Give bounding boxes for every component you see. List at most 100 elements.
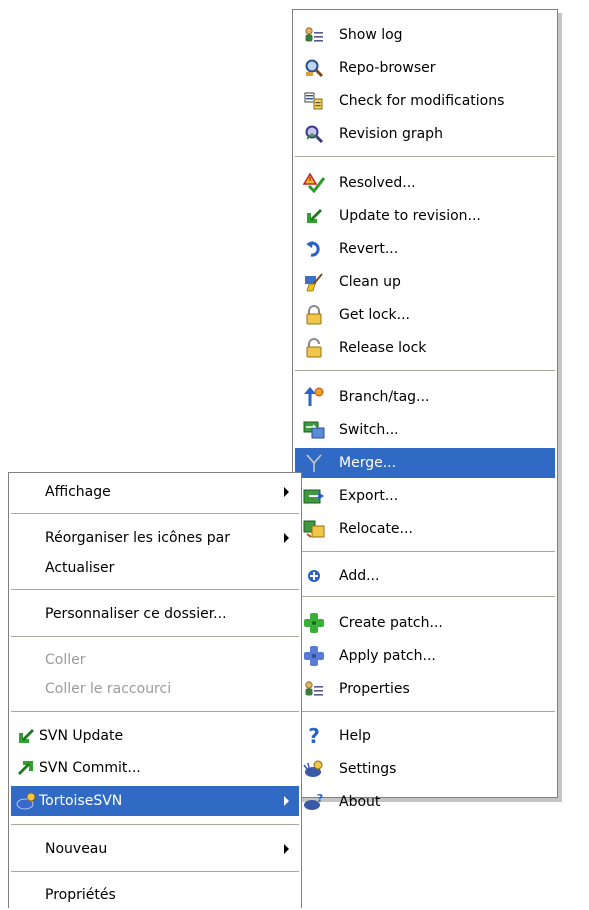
menu-item-label: Check for modifications: [339, 93, 505, 109]
menu-item-relocate[interactable]: Relocate...: [295, 514, 555, 544]
switch-icon: [303, 419, 325, 441]
submenu-arrow-icon: [284, 533, 289, 543]
svn-update-icon: [15, 725, 37, 747]
menu-item-properties[interactable]: Properties: [295, 674, 555, 704]
menu-item-add[interactable]: Add...: [295, 561, 555, 591]
menu-item-branch-tag[interactable]: Branch/tag...: [295, 382, 555, 412]
menu-item-get-lock[interactable]: Get lock...: [295, 300, 555, 330]
separator: [11, 589, 299, 591]
help-icon: ?: [303, 725, 325, 747]
menu-item-svn-commit[interactable]: SVN Commit...: [11, 753, 299, 783]
properties-icon: [303, 678, 325, 700]
menu-item-update-revision[interactable]: Update to revision...: [295, 201, 555, 231]
menu-item-label: Relocate...: [339, 521, 413, 537]
menu-item-label: Affichage: [45, 484, 111, 500]
menu-item-label: Réorganiser les icônes par: [45, 530, 230, 546]
menu-item-reorganiser-icones[interactable]: Réorganiser les icônes par: [11, 523, 299, 553]
menu-item-label: Nouveau: [45, 841, 108, 857]
svg-text:?: ?: [317, 792, 323, 805]
menu-item-label: Clean up: [339, 274, 401, 290]
resolved-icon: [303, 172, 325, 194]
menu-item-release-lock[interactable]: Release lock: [295, 333, 555, 363]
submenu-arrow-icon: [284, 487, 289, 497]
menu-item-affichage[interactable]: Affichage: [11, 477, 299, 507]
menu-item-revert[interactable]: Revert...: [295, 234, 555, 264]
menu-item-label: SVN Commit...: [39, 760, 141, 776]
menu-item-settings[interactable]: Settings: [295, 754, 555, 784]
create-patch-icon: [303, 612, 325, 634]
menu-item-label: TortoiseSVN: [39, 793, 123, 809]
menu-item-clean-up[interactable]: Clean up: [295, 267, 555, 297]
menu-item-about[interactable]: ? About: [295, 787, 555, 817]
tortoisesvn-submenu: Show log Repo-browser Check for modifica…: [292, 9, 558, 810]
menu-item-label: Apply patch...: [339, 648, 436, 664]
menu-item-repo-browser[interactable]: Repo-browser: [295, 53, 555, 83]
separator: [295, 551, 555, 553]
menu-item-proprietes[interactable]: Propriétés: [11, 880, 299, 910]
menu-item-show-log[interactable]: Show log: [295, 20, 555, 50]
menu-item-label: Release lock: [339, 340, 427, 356]
check-modifications-icon: [303, 90, 325, 112]
unlock-icon: [303, 337, 325, 359]
menu-item-svn-update[interactable]: SVN Update: [11, 721, 299, 751]
menu-item-label: Resolved...: [339, 175, 416, 191]
menu-item-label: Properties: [339, 681, 410, 697]
menu-item-switch[interactable]: Switch...: [295, 415, 555, 445]
submenu-arrow-icon: [284, 844, 289, 854]
branch-tag-icon: [303, 386, 325, 408]
export-icon: [303, 485, 325, 507]
about-icon: ?: [303, 791, 325, 813]
menu-item-label: Propriétés: [45, 887, 116, 903]
menu-item-label: Merge...: [339, 455, 397, 471]
add-icon: [303, 565, 325, 587]
menu-item-help[interactable]: ? Help: [295, 721, 555, 751]
menu-item-label: Repo-browser: [339, 60, 436, 76]
menu-item-export[interactable]: Export...: [295, 481, 555, 511]
separator: [11, 711, 299, 713]
menu-item-check-modifications[interactable]: Check for modifications: [295, 86, 555, 116]
revert-icon: [303, 238, 325, 260]
menu-item-label: Update to revision...: [339, 208, 481, 224]
menu-item-tortoisesvn[interactable]: TortoiseSVN: [11, 786, 299, 816]
update-revision-icon: [303, 205, 325, 227]
menu-item-label: Coller: [45, 652, 86, 668]
menu-item-actualiser[interactable]: Actualiser: [11, 553, 299, 583]
submenu-arrow-icon: [284, 796, 289, 806]
settings-icon: [303, 758, 325, 780]
menu-item-label: Create patch...: [339, 615, 443, 631]
separator: [295, 711, 555, 713]
menu-item-nouveau[interactable]: Nouveau: [11, 834, 299, 864]
menu-item-label: Coller le raccourci: [45, 681, 172, 697]
repo-browser-icon: [303, 57, 325, 79]
menu-item-label: Switch...: [339, 422, 399, 438]
menu-item-merge[interactable]: Merge...: [295, 448, 555, 478]
menu-item-label: Help: [339, 728, 371, 744]
tortoisesvn-icon: [15, 790, 37, 812]
separator: [11, 513, 299, 515]
menu-item-label: Branch/tag...: [339, 389, 430, 405]
menu-item-label: Revert...: [339, 241, 399, 257]
show-log-icon: [303, 24, 325, 46]
menu-item-label: Export...: [339, 488, 399, 504]
menu-item-label: Show log: [339, 27, 403, 43]
menu-item-personnaliser-dossier[interactable]: Personnaliser ce dossier...: [11, 599, 299, 629]
menu-item-label: Settings: [339, 761, 397, 777]
separator: [295, 156, 555, 158]
menu-item-resolved[interactable]: Resolved...: [295, 168, 555, 198]
menu-item-coller: Coller: [11, 645, 299, 675]
separator: [11, 636, 299, 638]
merge-icon: [303, 452, 325, 474]
menu-item-label: Get lock...: [339, 307, 411, 323]
svg-text:?: ?: [308, 725, 320, 747]
menu-item-coller-raccourci: Coller le raccourci: [11, 674, 299, 704]
menu-item-apply-patch[interactable]: Apply patch...: [295, 641, 555, 671]
separator: [11, 871, 299, 873]
relocate-icon: [303, 518, 325, 540]
svn-commit-icon: [15, 757, 37, 779]
menu-item-label: Add...: [339, 568, 380, 584]
menu-item-revision-graph[interactable]: Revision graph: [295, 119, 555, 149]
separator: [295, 370, 555, 372]
apply-patch-icon: [303, 645, 325, 667]
menu-item-create-patch[interactable]: Create patch...: [295, 608, 555, 638]
menu-item-label: Actualiser: [45, 560, 115, 576]
